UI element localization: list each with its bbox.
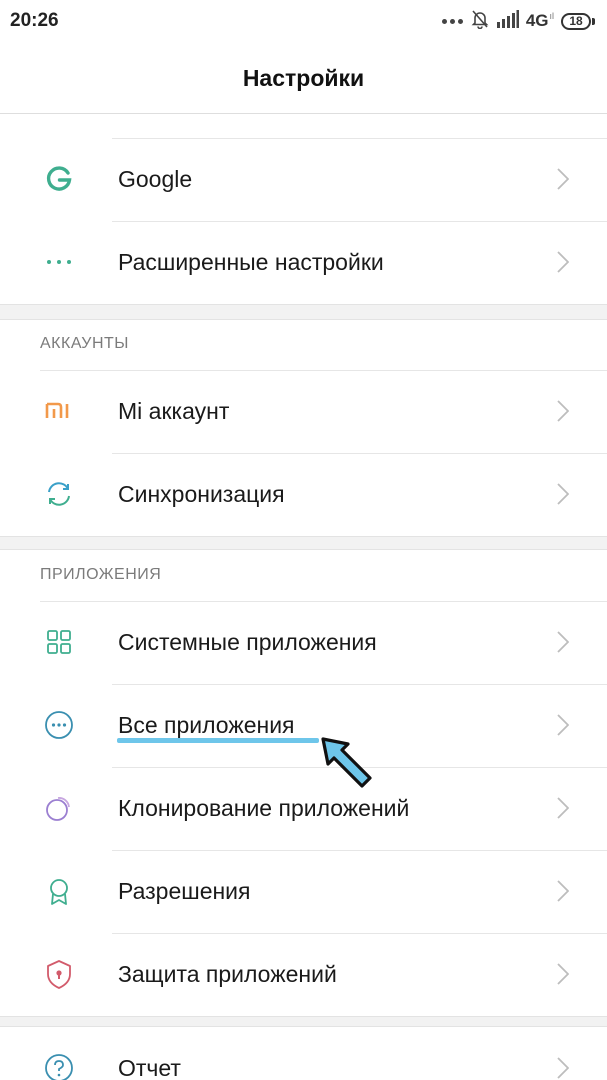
network-4g-icon: 4Gıl xyxy=(525,11,554,30)
battery-level: 18 xyxy=(561,12,591,30)
divider xyxy=(40,370,607,371)
settings-item-all-apps[interactable]: Все приложения xyxy=(0,684,607,767)
section-header-accounts: АККАУНТЫ xyxy=(40,335,129,352)
divider xyxy=(112,221,607,222)
more-dots-icon xyxy=(44,247,74,277)
settings-item-permissions[interactable]: Разрешения xyxy=(0,850,607,933)
chevron-right-icon xyxy=(557,797,569,819)
page-title: Настройки xyxy=(242,65,365,91)
divider xyxy=(112,850,607,851)
section-header-apps: ПРИЛОЖЕНИЯ xyxy=(40,566,162,583)
settings-item-sync[interactable]: Синхронизация xyxy=(0,453,607,536)
shield-lock-icon xyxy=(44,959,74,989)
chevron-right-icon xyxy=(557,963,569,985)
divider xyxy=(112,453,607,454)
settings-item-label: Google xyxy=(118,166,193,192)
circle-dots-icon xyxy=(44,710,74,740)
settings-item-label: Системные приложения xyxy=(118,629,377,655)
settings-item-system-apps[interactable]: Системные приложения xyxy=(0,601,607,684)
settings-item-label: Защита приложений xyxy=(118,961,337,987)
divider xyxy=(112,138,607,139)
chevron-right-icon xyxy=(557,631,569,653)
grid-apps-icon xyxy=(44,627,74,657)
divider xyxy=(112,933,607,934)
signal-icon xyxy=(496,9,519,33)
settings-item-dual-apps[interactable]: Клонирование приложений xyxy=(0,767,607,850)
settings-item-label: Все приложения xyxy=(118,712,295,738)
settings-item-label: Клонирование приложений xyxy=(118,795,410,821)
chevron-right-icon xyxy=(557,714,569,736)
pointer-arrow-icon xyxy=(318,734,378,790)
settings-item-app-lock[interactable]: Защита приложений xyxy=(0,933,607,1016)
divider xyxy=(40,601,607,602)
section-gap xyxy=(0,304,607,320)
settings-item-label: Расширенные настройки xyxy=(118,249,384,275)
status-bar: 20:26 4Gıl 18 xyxy=(0,0,607,44)
chevron-right-icon xyxy=(557,251,569,273)
chevron-right-icon xyxy=(557,880,569,902)
dual-circle-icon xyxy=(44,793,74,823)
section-gap xyxy=(0,1016,607,1027)
battery-icon: 18 xyxy=(561,12,595,30)
chevron-right-icon xyxy=(557,1057,569,1079)
bell-muted-icon xyxy=(470,9,490,34)
google-icon xyxy=(44,164,74,194)
settings-item-label: Синхронизация xyxy=(118,481,285,507)
settings-item-label: Mi аккаунт xyxy=(118,398,230,424)
settings-item-label: Отчет xyxy=(118,1055,181,1080)
badge-icon xyxy=(44,876,74,906)
sync-icon xyxy=(44,479,74,509)
chevron-right-icon xyxy=(557,400,569,422)
title-bar: Настройки xyxy=(0,44,607,114)
highlight-underline xyxy=(117,738,319,743)
settings-item-advanced[interactable]: Расширенные настройки xyxy=(0,221,607,304)
status-icons: 4Gıl 18 xyxy=(432,9,595,33)
mi-logo-icon xyxy=(44,396,74,426)
divider xyxy=(112,684,607,685)
help-circle-icon xyxy=(44,1053,74,1080)
section-gap xyxy=(0,536,607,550)
chevron-right-icon xyxy=(557,483,569,505)
status-time: 20:26 xyxy=(10,10,59,31)
chevron-right-icon xyxy=(557,168,569,190)
settings-item-google[interactable]: Google xyxy=(0,138,607,221)
more-dots-icon xyxy=(439,18,463,24)
settings-item-report[interactable]: Отчет xyxy=(0,1027,607,1080)
settings-item-mi-account[interactable]: Mi аккаунт xyxy=(0,370,607,453)
settings-item-label: Разрешения xyxy=(118,878,251,904)
